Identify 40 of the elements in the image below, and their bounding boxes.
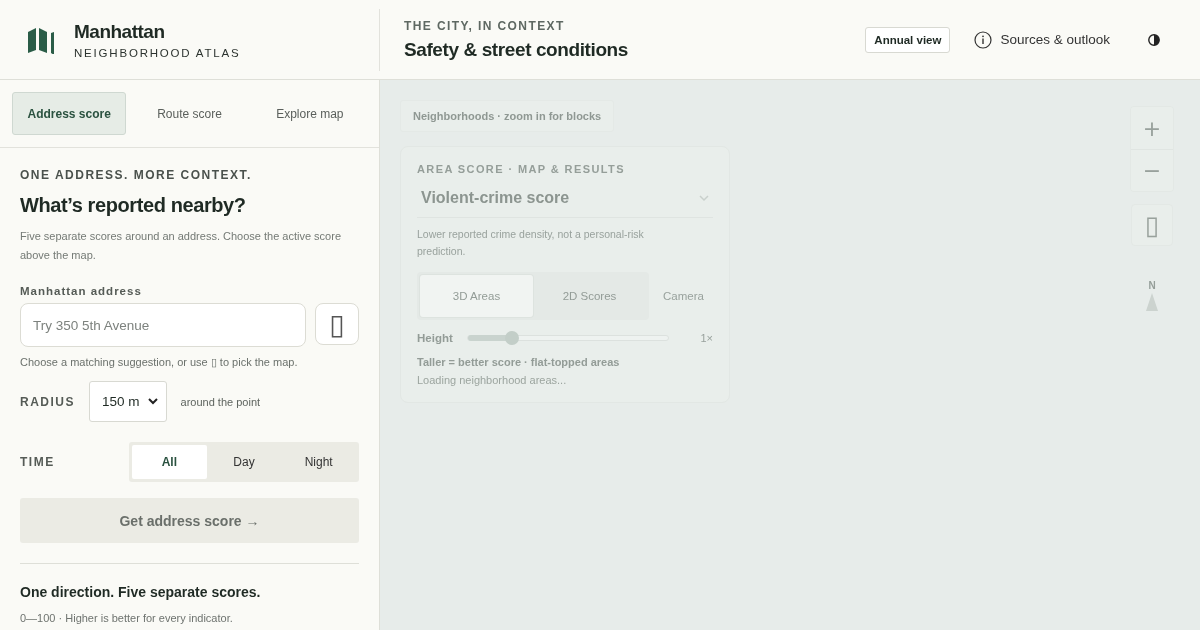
slider-thumb[interactable]: [504, 331, 519, 345]
section-title: What’s reported nearby?: [20, 194, 247, 217]
radius-select[interactable]: 150 m: [89, 381, 167, 422]
chevron-down-icon: [147, 398, 158, 405]
legend-title: One direction. Five separate scores.: [20, 584, 262, 600]
theme-toggle-icon[interactable]: [1148, 33, 1160, 46]
north-label: N: [1148, 280, 1156, 291]
address-label: Manhattan address: [20, 285, 143, 297]
time-option[interactable]: Night: [281, 445, 356, 479]
height-label: Height: [417, 332, 453, 344]
mode-tab[interactable]: Route score: [132, 92, 247, 135]
time-option[interactable]: All: [132, 445, 207, 479]
time-option[interactable]: Day: [206, 445, 282, 479]
section-eyebrow: ONE ADDRESS. MORE CONTEXT.: [20, 168, 253, 182]
get-score-button[interactable]: Get address score →: [20, 498, 359, 543]
annual-view-button[interactable]: Annual view: [865, 26, 951, 53]
card-eyebrow: AREA SCORE · MAP & RESULTS: [417, 163, 626, 175]
page-title: Safety & street conditions: [404, 38, 629, 61]
height-reading: 1×: [699, 332, 713, 344]
brand-subtitle: NEIGHBORHOOD ATLAS: [74, 46, 241, 59]
address-hint: Choose a matching suggestion, or use ▯ to pick the map.: [20, 356, 299, 369]
north-arrow-icon: [1146, 293, 1158, 311]
metric-note: Lower reported crime density, not a personal-risk prediction.: [417, 227, 645, 259]
zoom-hint: Neighborhoods · zoom in for blocks: [400, 100, 615, 132]
header-eyebrow: THE CITY, IN CONTEXT: [404, 18, 566, 33]
mode-tab[interactable]: Address score: [12, 92, 127, 135]
legend-note: 0—100 · Higher is better for every indicator.: [20, 612, 234, 624]
radius-label: RADIUS: [20, 393, 75, 410]
brand-title: Manhattan: [74, 20, 166, 43]
locate-button[interactable]: ▯: [315, 303, 359, 345]
intro-text: Five separate scores around an address. Choose the active score above the map.: [20, 229, 342, 263]
sources-link[interactable]: Sources & outlook: [974, 30, 1110, 49]
height-caption: Taller = better score · flat-topped areas: [417, 356, 621, 368]
info-icon: [974, 30, 993, 49]
address-field[interactable]: Try 350 5th Avenue: [20, 303, 306, 347]
radius-suffix: around the point: [180, 395, 261, 408]
chevron-down-icon: [699, 194, 709, 202]
mode-tab[interactable]: Explore map: [252, 92, 367, 135]
time-label: TIME: [20, 454, 56, 470]
loading-status: Loading neighborhood areas...: [417, 374, 568, 386]
